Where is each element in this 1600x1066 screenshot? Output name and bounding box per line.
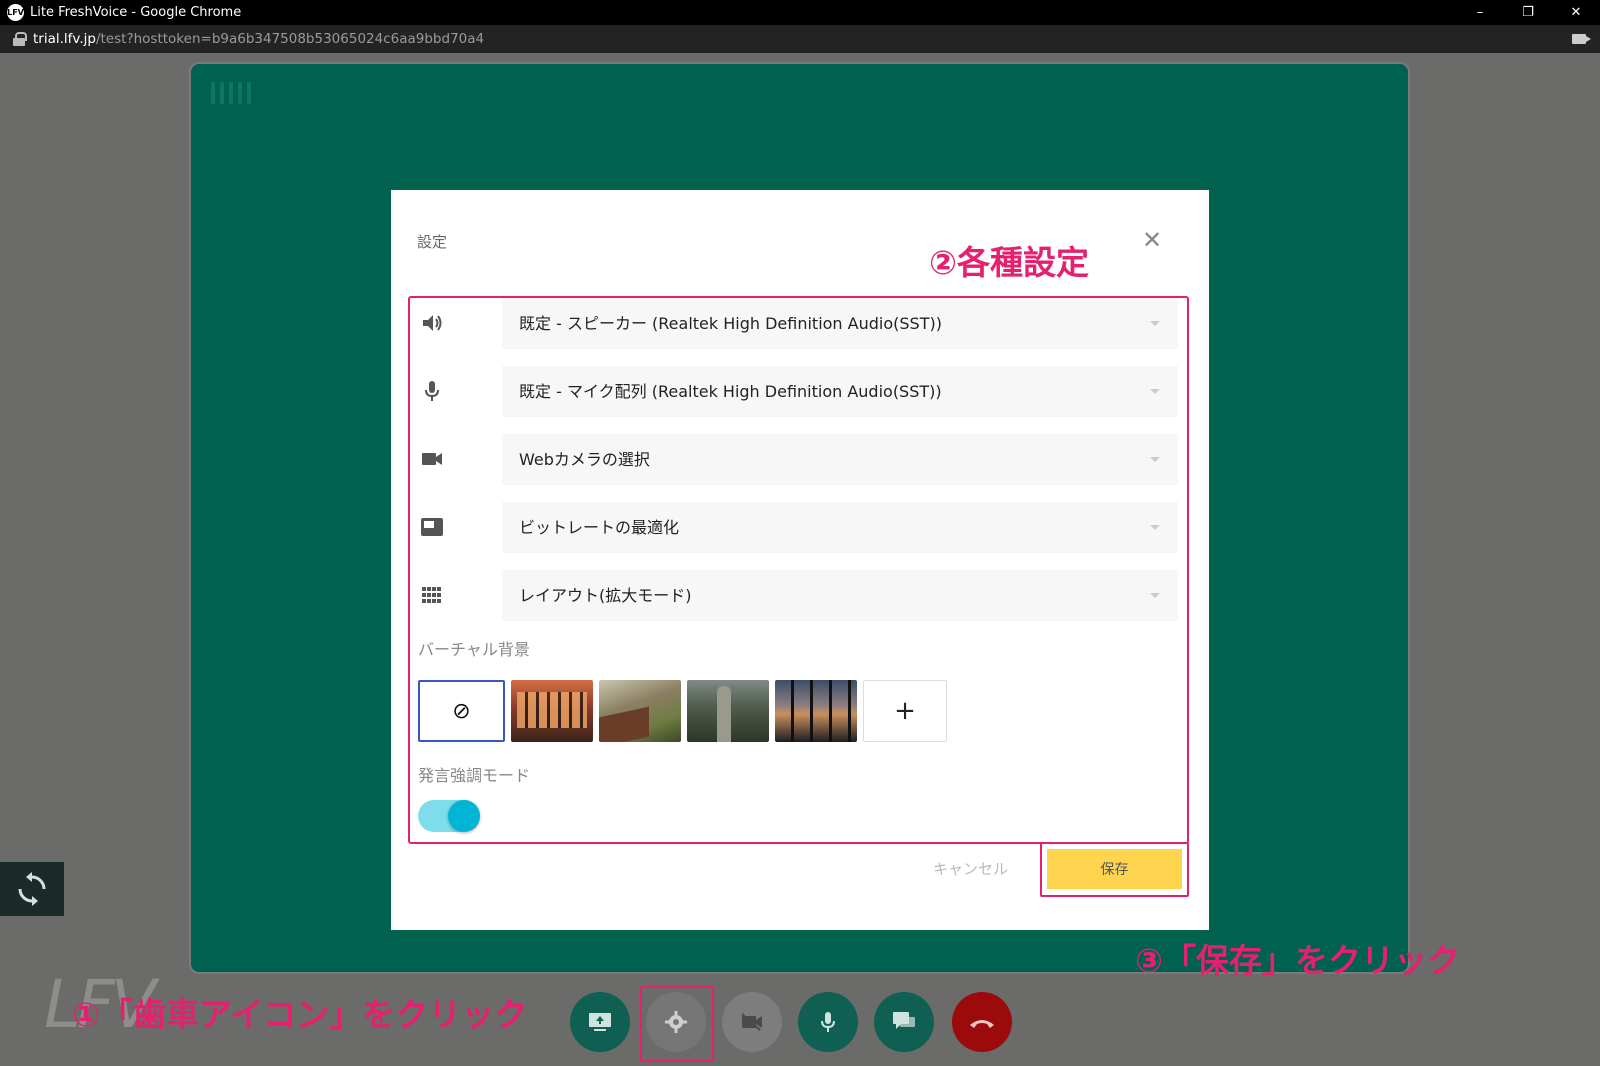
speaker-setting-row: 既定 - スピーカー (Realtek High Definition Audi… <box>418 298 1178 349</box>
save-button[interactable]: 保存 <box>1047 849 1182 889</box>
window-titlebar: LFV Lite FreshVoice - Google Chrome – ❐ … <box>0 0 1600 25</box>
microphone-select-value: 既定 - マイク配列 (Realtek High Definition Audi… <box>519 382 942 401</box>
settings-dialog: 設定 ✕ 既定 - スピーカー (Realtek High Definition… <box>391 190 1209 930</box>
layout-setting-row: レイアウト(拡大モード) <box>418 570 1178 621</box>
speaker-select-value: 既定 - スピーカー (Realtek High Definition Audi… <box>519 314 942 333</box>
camera-setting-row: Webカメラの選択 <box>418 434 1178 485</box>
chevron-down-icon <box>1150 525 1160 530</box>
grid-layout-icon <box>420 584 444 606</box>
camera-toggle-button[interactable] <box>722 992 782 1052</box>
add-background-button[interactable]: + <box>863 680 947 742</box>
bitrate-setting-row: ビットレートの最適化 <box>418 502 1178 553</box>
close-window-button[interactable]: ✕ <box>1552 0 1600 25</box>
emphasis-mode-toggle[interactable] <box>418 800 480 832</box>
camera-select-value: Webカメラの選択 <box>519 450 650 469</box>
window-controls: – ❐ ✕ <box>1456 0 1600 25</box>
speaker-icon <box>420 312 444 334</box>
layout-select[interactable]: レイアウト(拡大モード) <box>502 570 1178 621</box>
camera-in-use-icon[interactable] <box>1572 34 1591 44</box>
address-bar[interactable]: trial.lfv.jp/test?hosttoken=b9a6b347508b… <box>0 25 1600 53</box>
restore-button[interactable]: ❐ <box>1504 0 1552 25</box>
chat-button[interactable] <box>874 992 934 1052</box>
dialog-title: 設定 <box>417 233 448 251</box>
window-title: Lite FreshVoice - Google Chrome <box>30 5 242 20</box>
camera-off-icon <box>741 1013 762 1031</box>
bitrate-select-value: ビットレートの最適化 <box>519 518 680 537</box>
audio-level-icon <box>211 82 251 104</box>
chevron-down-icon <box>1150 457 1160 462</box>
emphasis-mode-label: 発言強調モード <box>418 766 531 785</box>
no-background-option[interactable]: ⊘ <box>418 680 505 742</box>
hang-up-button[interactable] <box>952 992 1012 1052</box>
layout-select-value: レイアウト(拡大モード) <box>519 586 692 605</box>
video-camera-icon <box>420 448 444 470</box>
close-icon[interactable]: ✕ <box>1142 228 1162 252</box>
annotation-step-1: ①「歯車アイコン」をクリック <box>72 995 528 1034</box>
toggle-knob <box>448 800 480 832</box>
annotation-step-3: ③「保存」をクリック <box>1135 941 1460 980</box>
chevron-down-icon <box>1150 389 1160 394</box>
app-logo-icon: LFV <box>7 4 24 21</box>
bitrate-select[interactable]: ビットレートの最適化 <box>502 502 1178 553</box>
microphone-setting-row: 既定 - マイク配列 (Realtek High Definition Audi… <box>418 366 1178 417</box>
microphone-select[interactable]: 既定 - マイク配列 (Realtek High Definition Audi… <box>502 366 1178 417</box>
chevron-down-icon <box>1150 321 1160 326</box>
microphone-button[interactable] <box>798 992 858 1052</box>
no-background-icon: ⊘ <box>452 698 471 724</box>
annotation-step-2: ②各種設定 <box>929 243 1089 282</box>
background-thumb-rock-pillar[interactable] <box>687 680 769 742</box>
gear-highlight-box <box>640 986 714 1062</box>
cancel-button[interactable]: キャンセル <box>933 858 1008 879</box>
camera-select[interactable]: Webカメラの選択 <box>502 434 1178 485</box>
virtual-background-list: ⊘ + <box>418 680 947 742</box>
settings-highlight-box: 既定 - スピーカー (Realtek High Definition Audi… <box>408 296 1189 844</box>
lock-icon <box>13 32 27 46</box>
chevron-down-icon <box>1150 593 1160 598</box>
microphone-icon <box>420 380 444 402</box>
rotate-icon <box>18 872 46 906</box>
hang-up-icon <box>970 1020 994 1028</box>
speaker-select[interactable]: 既定 - スピーカー (Realtek High Definition Audi… <box>502 298 1178 349</box>
background-thumb-room-sunset[interactable] <box>511 680 593 742</box>
virtual-background-label: バーチャル背景 <box>418 640 530 659</box>
chat-icon <box>893 1012 915 1029</box>
screen-share-button[interactable] <box>570 992 630 1052</box>
minimize-button[interactable]: – <box>1456 0 1504 25</box>
url-host: trial.lfv.jp <box>33 31 96 47</box>
rotate-button[interactable] <box>0 862 64 916</box>
screen-share-icon <box>589 1013 611 1031</box>
bitrate-icon <box>420 516 444 538</box>
plus-icon: + <box>894 696 916 726</box>
microphone-icon <box>821 1012 835 1032</box>
url-path: /test?hosttoken=b9a6b347508b53065024c6aa… <box>95 31 485 47</box>
background-thumb-window-view[interactable] <box>775 680 857 742</box>
background-thumb-balcony[interactable] <box>599 680 681 742</box>
